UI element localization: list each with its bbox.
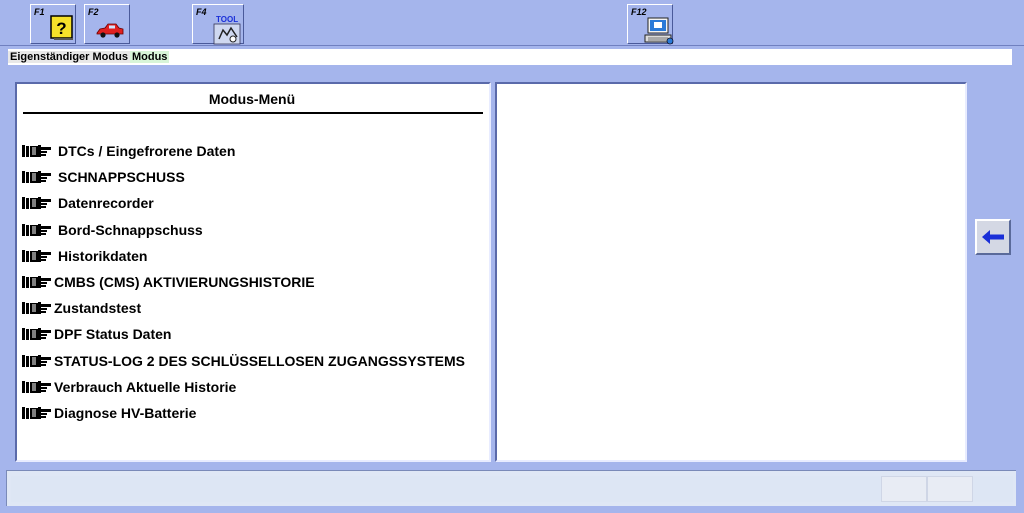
menu-item-label: Historikdaten	[58, 247, 148, 264]
f12-key-label: F12	[631, 7, 647, 17]
f2-key-label: F2	[88, 7, 99, 17]
toolbar-divider	[0, 45, 1024, 46]
menu-item[interactable]: Diagnose HV-Batterie	[22, 400, 465, 426]
menu-item-label: Diagnose HV-Batterie	[54, 404, 197, 421]
menu-item[interactable]: DPF Status Daten	[22, 321, 465, 347]
mode-menu-panel: Modus-Menü DTCs / Eingefrorene Daten SCHN…	[15, 82, 491, 462]
breadcrumb-mode: Modus	[129, 51, 170, 63]
menu-title: Modus-Menü	[208, 91, 296, 107]
pointing-hand-icon	[22, 276, 51, 289]
pointing-hand-icon	[22, 406, 51, 419]
menu-title-divider	[23, 112, 483, 114]
menu-item[interactable]: DTCs / Eingefrorene Daten	[22, 138, 465, 164]
pointing-hand-icon	[22, 223, 51, 236]
menu-item[interactable]: Verbrauch Aktuelle Historie	[22, 374, 465, 400]
computer-icon	[644, 17, 674, 45]
menu-item[interactable]: Datenrecorder	[22, 190, 465, 216]
breadcrumb-standalone-mode: Eigenständiger Modus	[8, 51, 130, 63]
f12-computer-button[interactable]: F12	[627, 4, 674, 45]
menu-item-label: DTCs / Eingefrorene Daten	[58, 143, 236, 160]
menu-item[interactable]: Bord-Schnappschuss	[22, 217, 465, 243]
menu-item-label: STATUS-LOG 2 DES SCHLÜSSELLOSEN ZUGANGSS…	[54, 352, 465, 369]
svg-text:TOOL: TOOL	[216, 15, 238, 24]
menu-item-label: Zustandstest	[54, 300, 142, 317]
pointing-hand-icon	[22, 145, 51, 158]
tool-icon: TOOL	[213, 15, 241, 45]
pointing-hand-icon	[22, 171, 51, 184]
menu-item[interactable]: SCHNAPPSCHUSS	[22, 164, 465, 190]
mode-menu-list: DTCs / Eingefrorene Daten SCHNAPPSCHUSS Da…	[22, 138, 465, 426]
f1-help-button[interactable]: F1 ?	[30, 4, 76, 44]
menu-item-label: SCHNAPPSCHUSS	[58, 169, 185, 186]
svg-text:?: ?	[56, 19, 66, 38]
pointing-hand-icon	[22, 328, 51, 341]
breadcrumb: Eigenständiger Modus Modus	[8, 49, 1012, 65]
detail-panel	[495, 82, 967, 462]
status-indicator	[881, 476, 927, 502]
status-indicator	[927, 476, 973, 502]
pointing-hand-icon	[22, 302, 51, 315]
pointing-hand-icon	[22, 249, 51, 262]
f4-tool-button[interactable]: F4 TOOL	[192, 4, 244, 45]
f2-vehicle-button[interactable]: F2	[84, 4, 130, 44]
menu-item-label: DPF Status Daten	[54, 326, 172, 343]
menu-item[interactable]: Zustandstest	[22, 295, 465, 321]
menu-item-label: Verbrauch Aktuelle Historie	[54, 378, 237, 395]
status-indicator	[973, 476, 1013, 502]
back-button[interactable]	[975, 219, 1011, 255]
menu-item-label: Datenrecorder	[58, 195, 154, 212]
pointing-hand-icon	[22, 197, 51, 210]
status-bar	[6, 470, 1016, 506]
f4-key-label: F4	[196, 7, 207, 17]
help-icon: ?	[50, 15, 73, 40]
menu-item[interactable]: Historikdaten	[22, 243, 465, 269]
left-arrow-icon	[982, 230, 1004, 244]
f1-key-label: F1	[34, 7, 45, 17]
car-icon	[96, 23, 124, 38]
menu-item-label: Bord-Schnappschuss	[58, 221, 203, 238]
pointing-hand-icon	[22, 354, 51, 367]
status-message-area	[11, 476, 881, 502]
menu-item-label: CMBS (CMS) AKTIVIERUNGSHISTORIE	[54, 274, 315, 291]
menu-item[interactable]: CMBS (CMS) AKTIVIERUNGSHISTORIE	[22, 269, 465, 295]
pointing-hand-icon	[22, 380, 51, 393]
menu-item[interactable]: STATUS-LOG 2 DES SCHLÜSSELLOSEN ZUGANGSS…	[22, 348, 465, 374]
